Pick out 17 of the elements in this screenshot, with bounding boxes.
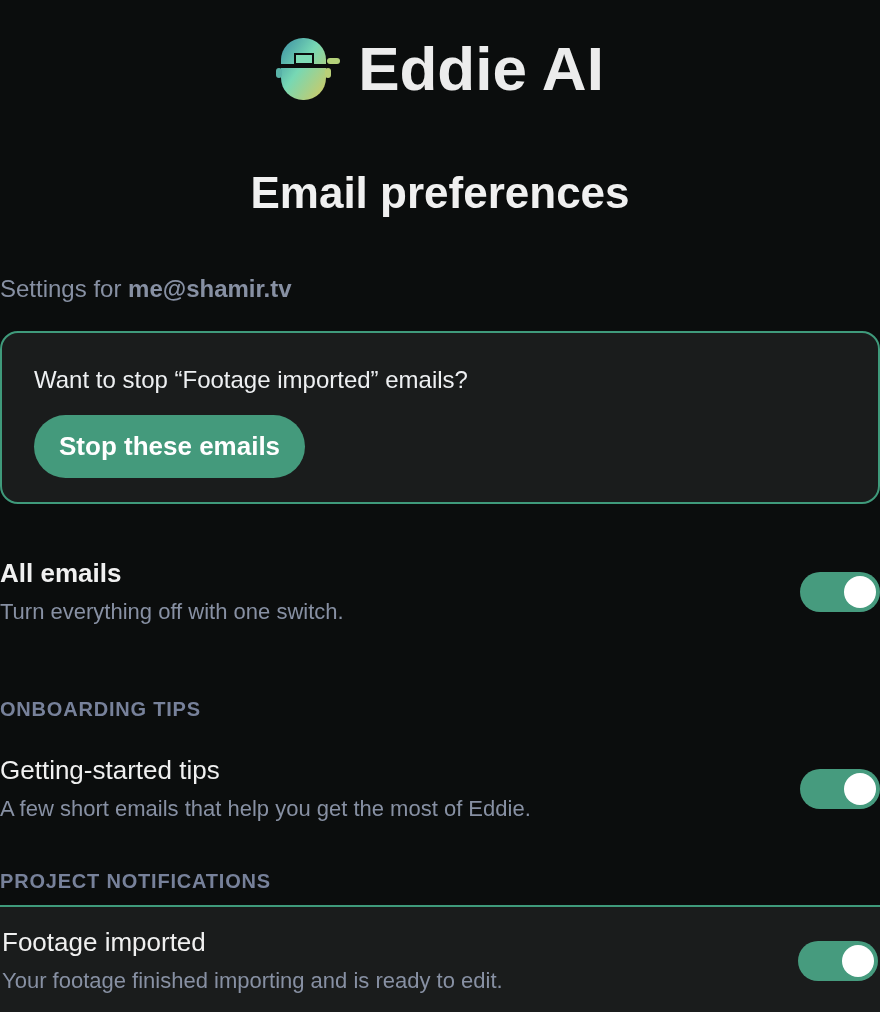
section-heading: PROJECT NOTIFICATIONS [0,869,272,894]
logo-text: Eddie AI [358,37,604,101]
notice-message: Want to stop “Footage imported” emails? [34,365,468,395]
toggle-switch[interactable] [800,571,880,612]
account-line: Settings for me@shamir.tv [0,274,292,304]
setting-description: A few short emails that help you get the most of Eddie. [0,795,531,823]
setting-title: All emails [0,557,122,589]
setting-description: Turn everything off with one switch. [0,598,344,626]
toggle-switch[interactable] [800,768,880,809]
section-heading: ONBOARDING TIPS [0,697,202,722]
page-title: Email preferences [250,167,630,219]
setting-title: Getting-started tips [0,754,220,786]
stop-emails-button[interactable]: Stop these emails [34,415,306,478]
setting-title: Footage imported [2,926,206,958]
logo-icon [276,38,341,100]
setting-description: Your footage finished importing and is ready to edit. [2,967,503,995]
toggle-switch[interactable] [798,940,878,981]
